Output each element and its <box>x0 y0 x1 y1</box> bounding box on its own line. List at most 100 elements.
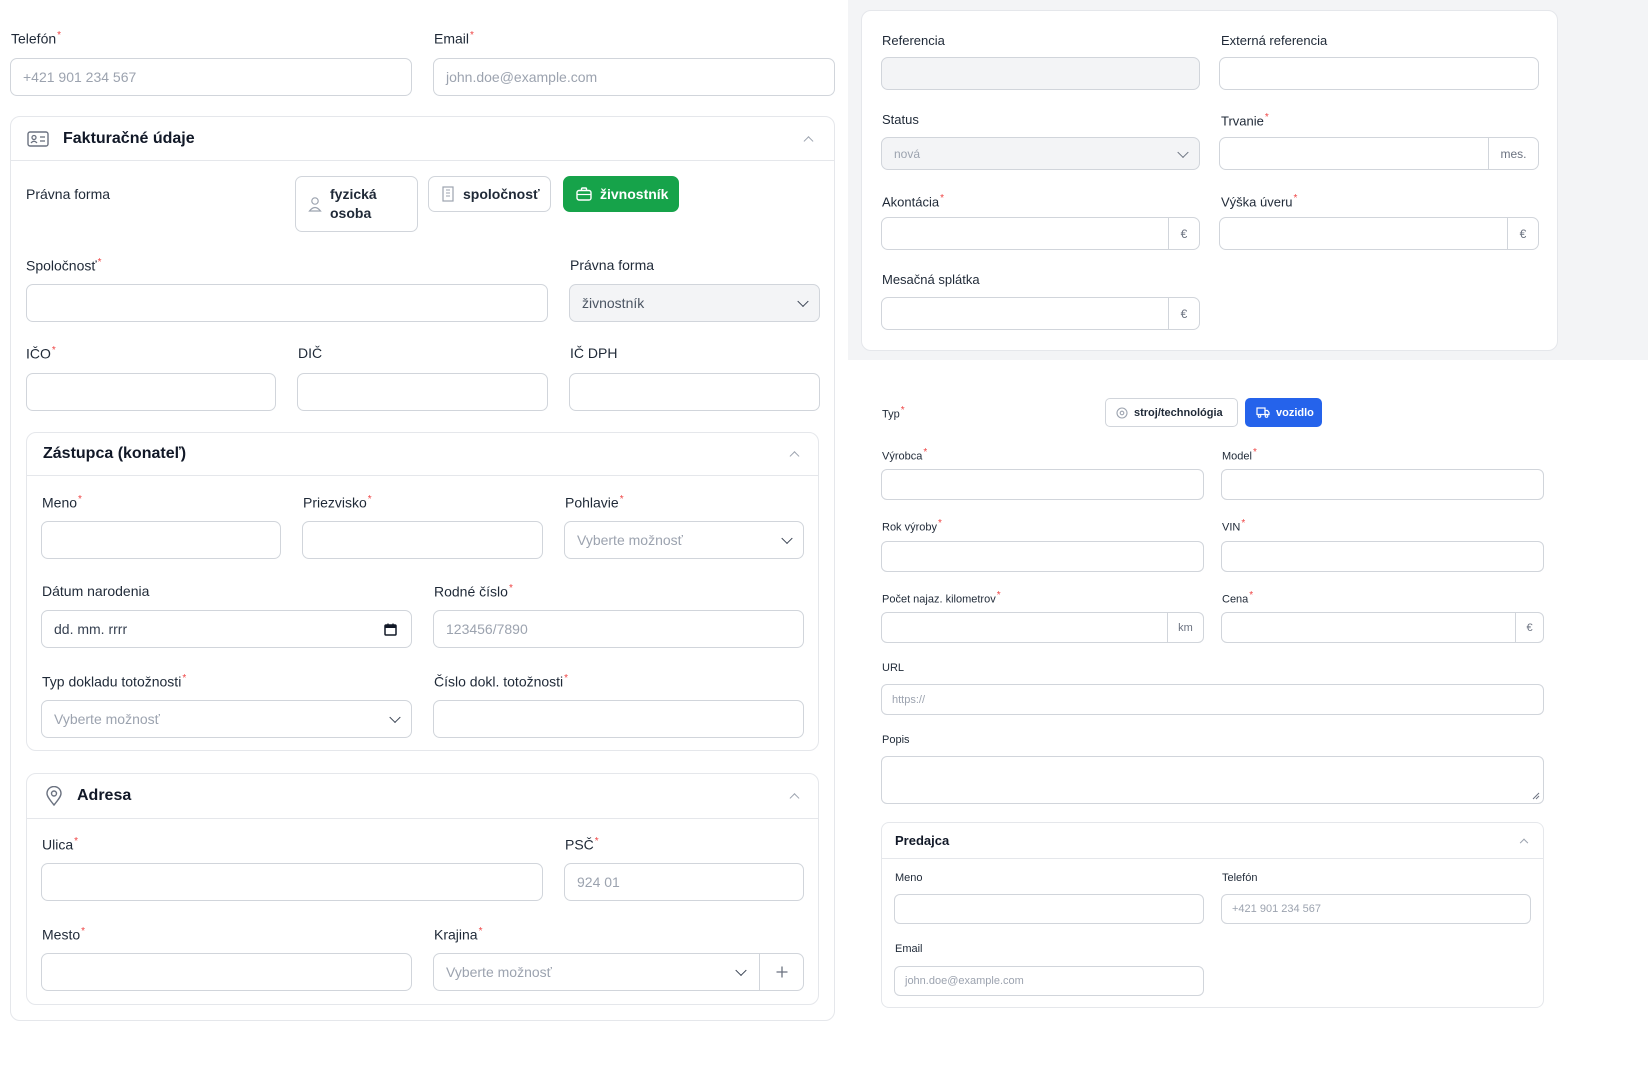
url-input[interactable]: https:// <box>881 684 1544 715</box>
duration-label: Trvanie* <box>1221 112 1269 129</box>
representative-title: Zástupca (konateľ) <box>43 445 187 462</box>
seller-email-input[interactable]: john.doe@example.com <box>894 966 1204 996</box>
duration-suffix: mes. <box>1488 138 1538 169</box>
last-name-input[interactable] <box>302 521 543 559</box>
dic-input[interactable] <box>297 373 548 411</box>
country-select[interactable]: Vyberte možnosť <box>433 953 804 991</box>
duration-input[interactable]: mes. <box>1219 137 1539 170</box>
external-reference-label: Externá referencia <box>1221 33 1328 48</box>
email-label: Email* <box>434 30 474 47</box>
ico-input[interactable] <box>26 373 276 411</box>
chevron-down-icon <box>1177 146 1189 158</box>
vin-input[interactable] <box>1221 541 1544 572</box>
gender-label: Pohlavie* <box>565 494 624 511</box>
ic-dph-input[interactable] <box>569 373 820 411</box>
map-pin-icon <box>45 786 63 806</box>
down-payment-label: Akontácia* <box>882 193 944 210</box>
city-label: Mesto* <box>42 926 86 943</box>
birth-number-input[interactable]: 123456/7890 <box>433 610 804 648</box>
loan-amount-label: Výška úveru* <box>1221 193 1298 210</box>
truck-icon <box>1256 407 1270 418</box>
ic-dph-label: IČ DPH <box>570 345 618 361</box>
zip-label: PSČ* <box>565 836 599 853</box>
phone-label: Telefón* <box>11 30 62 47</box>
type-option-vehicle[interactable]: vozidlo <box>1245 398 1322 427</box>
id-number-label: Číslo dokl. totožnosti* <box>434 673 569 690</box>
birth-date-label: Dátum narodenia <box>42 583 150 599</box>
price-input[interactable]: € <box>1221 612 1544 643</box>
email-input[interactable]: john.doe@example.com <box>433 58 835 96</box>
chevron-down-icon <box>797 295 809 308</box>
user-icon <box>308 196 322 212</box>
physical-line2: osoba <box>330 205 372 221</box>
type-option-machine[interactable]: stroj/technológia <box>1105 398 1238 427</box>
collapse-chevron-icon[interactable] <box>1519 838 1529 847</box>
collapse-chevron-icon[interactable] <box>789 451 800 462</box>
external-reference-input[interactable] <box>1219 57 1539 90</box>
vin-label: VIN* <box>1222 518 1246 534</box>
down-payment-input[interactable]: € <box>881 217 1200 250</box>
street-input[interactable] <box>41 863 543 901</box>
resize-handle-icon[interactable] <box>1532 792 1540 800</box>
zip-input[interactable]: 924 01 <box>564 863 804 901</box>
id-type-select[interactable]: Vyberte možnosť <box>41 700 412 738</box>
building-icon <box>441 186 455 202</box>
company-label: Spoločnosť* <box>26 257 102 274</box>
briefcase-icon <box>576 187 592 201</box>
collapse-chevron-icon[interactable] <box>803 135 814 146</box>
seller-name-label: Meno <box>895 872 923 884</box>
ico-label: IČO* <box>26 345 56 362</box>
legal-form-select-label: Právna forma <box>570 257 655 273</box>
down-payment-suffix: € <box>1168 218 1199 249</box>
loan-amount-suffix: € <box>1507 218 1538 249</box>
city-input[interactable] <box>41 953 412 991</box>
gender-placeholder: Vyberte možnosť <box>577 532 683 548</box>
gear-icon <box>1116 406 1128 419</box>
representative-header[interactable]: Zástupca (konateľ) <box>27 433 818 476</box>
legal-form-option-company[interactable]: spoločnosť <box>428 176 551 212</box>
id-number-input[interactable] <box>433 700 804 738</box>
legal-form-select[interactable]: živnostník <box>569 284 820 322</box>
reference-label: Referencia <box>882 33 945 48</box>
manufacturer-label: Výrobca* <box>882 447 928 463</box>
url-label: URL <box>882 662 905 674</box>
company-input[interactable] <box>26 284 548 322</box>
type-label: Typ* <box>882 405 905 421</box>
year-input[interactable] <box>881 541 1204 572</box>
legal-form-option-sole-trader[interactable]: živnostník <box>563 176 679 212</box>
status-value: nová <box>894 146 921 161</box>
birth-number-label: Rodné číslo* <box>434 583 513 600</box>
company-option-label: spoločnosť <box>463 186 540 202</box>
address-header[interactable]: Adresa <box>27 774 818 819</box>
birth-date-input[interactable]: dd. mm. rrrr <box>41 610 412 648</box>
billing-header[interactable]: Fakturačné údaje <box>11 117 834 161</box>
seller-phone-input[interactable]: +421 901 234 567 <box>1221 894 1531 924</box>
chevron-down-icon <box>781 532 793 545</box>
collapse-chevron-icon[interactable] <box>789 793 800 804</box>
gender-select[interactable]: Vyberte možnosť <box>564 521 804 559</box>
country-placeholder: Vyberte možnosť <box>446 964 552 980</box>
phone-input[interactable]: +421 901 234 567 <box>10 58 412 96</box>
status-select[interactable]: nová <box>881 137 1200 170</box>
mileage-input[interactable]: km <box>881 612 1204 643</box>
model-input[interactable] <box>1221 469 1544 500</box>
add-country-button[interactable] <box>759 954 803 990</box>
billing-title: Fakturačné údaje <box>63 129 195 147</box>
machine-option-label: stroj/technológia <box>1134 406 1223 419</box>
first-name-input[interactable] <box>41 521 281 559</box>
status-label: Status <box>882 112 919 127</box>
loan-amount-input[interactable]: € <box>1219 217 1539 250</box>
seller-header[interactable]: Predajca <box>882 823 1543 859</box>
seller-name-input[interactable] <box>894 894 1204 924</box>
manufacturer-input[interactable] <box>881 469 1204 500</box>
monthly-payment-input[interactable]: € <box>881 297 1200 330</box>
id-type-label: Typ dokladu totožnosti* <box>42 673 187 690</box>
description-textarea[interactable] <box>881 756 1544 804</box>
model-label: Model* <box>1222 447 1257 463</box>
legal-form-option-physical[interactable]: fyzická osoba <box>295 176 418 232</box>
calendar-icon[interactable] <box>384 623 397 636</box>
price-label: Cena* <box>1222 590 1254 606</box>
chevron-down-icon <box>735 964 747 977</box>
id-card-icon <box>27 130 49 147</box>
price-suffix: € <box>1515 613 1543 642</box>
